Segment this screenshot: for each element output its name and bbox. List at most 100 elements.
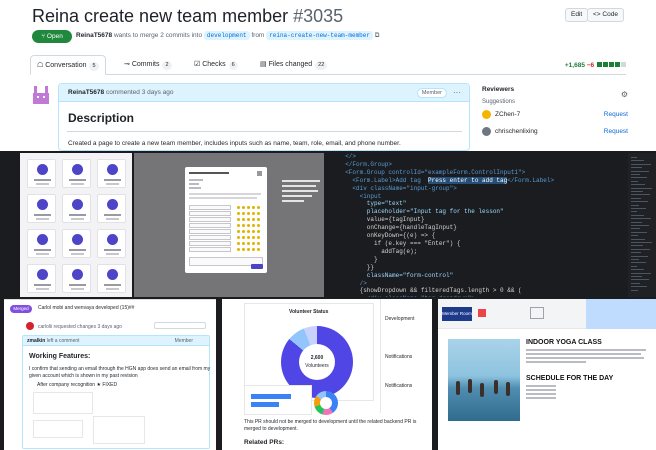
center-label: Volunteers <box>305 363 329 369</box>
conversation-icon: ☖ <box>37 62 44 69</box>
star-icon <box>237 218 240 221</box>
center-value: 2,600 <box>310 355 324 361</box>
minimap-line <box>631 211 637 213</box>
code-line: if (e.key === "Enter") { <box>338 239 461 247</box>
pr-title-text: Reina create new team member <box>32 6 289 26</box>
star-icon <box>242 212 245 215</box>
tab-label: Commits <box>131 61 160 68</box>
submit-button <box>251 264 263 269</box>
pull-request-page: Reina create new team member #3035 Edit … <box>0 0 656 151</box>
member-card <box>97 159 126 188</box>
tab-files-changed[interactable]: ▤ Files changed 22 <box>260 55 328 75</box>
request-review-button[interactable]: Request <box>604 124 628 139</box>
pr-author-link[interactable]: ReinaT5678 <box>76 32 112 39</box>
minimap-line <box>631 279 649 281</box>
star-icon <box>247 212 250 215</box>
minimap-line <box>631 218 651 220</box>
code-line: placeholder="Input tag for the lesson" <box>338 208 504 216</box>
screenshot-caption <box>282 180 322 205</box>
page-title: Reina create new team member #3035 <box>32 6 343 27</box>
review-line: carlolii requested changes 3 days ago <box>38 324 122 330</box>
more-options-icon[interactable]: ··· <box>453 84 461 102</box>
edit-button[interactable]: Edit <box>565 8 589 22</box>
status-badge: ⑂ Open <box>32 30 72 43</box>
minimap-line <box>631 174 640 175</box>
star-icon <box>237 242 240 245</box>
author-avatar[interactable] <box>30 84 52 106</box>
pr-number: #3035 <box>293 6 344 26</box>
base-branch[interactable]: development <box>203 31 250 40</box>
team-cards-screenshot <box>20 153 132 297</box>
minimap-line <box>631 228 640 230</box>
user-avatar <box>26 322 34 330</box>
comment-author[interactable]: zmalkin <box>27 338 45 344</box>
tab-conversation[interactable]: ☖ Conversation 5 <box>30 55 106 75</box>
minimap-line <box>631 252 641 254</box>
comment-meta: commented 3 days ago <box>105 89 174 96</box>
heading-divider <box>67 131 462 132</box>
star-icon <box>257 248 260 251</box>
from-text: from <box>251 32 265 39</box>
code-line: <input <box>338 192 382 200</box>
member-badge: Member <box>416 88 447 98</box>
comment-line: given account which is shown in my past … <box>29 373 138 379</box>
text-line <box>526 385 556 387</box>
code-button[interactable]: <> Code <box>587 8 624 22</box>
red-icon[interactable] <box>478 309 486 317</box>
code-line: onKeyDown={(e) => { <box>338 232 436 240</box>
lines-added: +1,685 <box>564 62 585 69</box>
diff-square-icon <box>609 62 614 67</box>
star-icon <box>242 206 245 209</box>
code-line: }} <box>338 263 375 271</box>
minimap-line <box>631 248 650 250</box>
star-icon <box>257 218 260 221</box>
side-label: Development <box>385 316 415 322</box>
brand-logo: Member Room <box>442 307 472 321</box>
star-icon <box>252 236 255 239</box>
code-line: } <box>338 255 378 263</box>
tab-checks[interactable]: ☑ Checks 6 <box>194 55 238 75</box>
star-icon <box>242 224 245 227</box>
minimap-line <box>631 231 647 233</box>
gear-icon[interactable]: ⚙ <box>621 90 628 99</box>
star-icon <box>242 218 245 221</box>
star-icon <box>247 248 250 251</box>
code-line: <div className="tag-dropdown"> <box>338 295 628 297</box>
minimap-line <box>631 170 649 172</box>
member-card <box>27 159 56 188</box>
box-icon[interactable] <box>530 307 544 319</box>
embedded-screenshot <box>33 420 83 438</box>
toolbar-button[interactable] <box>154 322 206 329</box>
review-comment: zmalkin left a comment Member Working Fe… <box>22 335 210 449</box>
star-icon <box>252 242 255 245</box>
text-line <box>526 349 646 351</box>
diff-square-icon <box>603 62 608 67</box>
head-branch[interactable]: reina-create-new-team-member <box>266 31 373 40</box>
minimap-line <box>631 242 652 243</box>
form-field <box>189 217 231 222</box>
comment-line: After company recognition ★ FIXED <box>37 382 118 388</box>
code-line: type="text" <box>338 200 407 208</box>
minimap-line <box>631 225 649 226</box>
settings-panel: Development Notifications Notifications <box>380 299 432 413</box>
comment-author[interactable]: ReinaT5678 <box>68 89 104 96</box>
tab-commits[interactable]: ⊸ Commits 2 <box>124 55 172 75</box>
text-line <box>526 361 586 363</box>
reviewer-suggestion: ZChen-7 Request <box>482 107 628 122</box>
request-review-button[interactable]: Request <box>604 107 628 122</box>
star-icon <box>257 236 260 239</box>
class-heading: INDOOR YOGA CLASS <box>526 339 602 346</box>
merged-badge: Merged <box>10 305 32 313</box>
star-icon <box>257 206 260 209</box>
minimap-line <box>631 157 637 158</box>
minimap-line <box>631 272 651 274</box>
star-icon <box>247 206 250 209</box>
tab-label: Files changed <box>268 61 313 68</box>
form-field <box>189 241 231 246</box>
copy-icon[interactable]: ⧉ <box>375 32 380 39</box>
star-icon <box>257 212 260 215</box>
related-prs-heading: Related PRs: <box>244 439 285 446</box>
code-line: </Form.Group> <box>338 160 393 168</box>
minimap-line <box>631 265 637 267</box>
form-field <box>189 247 231 252</box>
